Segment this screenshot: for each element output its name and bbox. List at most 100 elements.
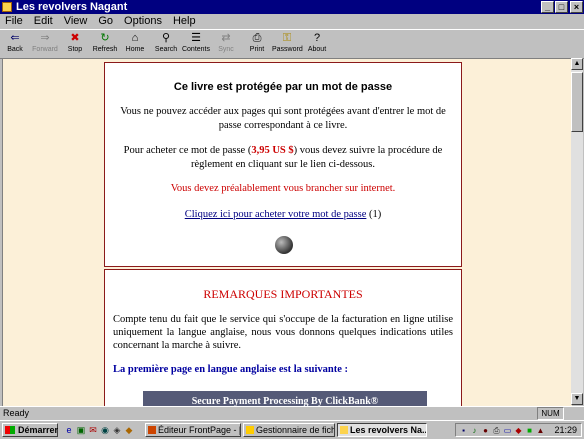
tray-app3-icon[interactable]: ▲ [536, 426, 545, 435]
clock: 21:29 [554, 425, 577, 435]
status-text: Ready [3, 408, 30, 418]
price: 3,95 US $ [251, 145, 294, 156]
forward-label: Forward [32, 46, 58, 53]
back-button[interactable]: ⇐ Back [0, 32, 30, 54]
quicklaunch-mail-icon[interactable]: ✉ [88, 425, 98, 435]
menu-edit[interactable]: Edit [34, 15, 53, 27]
maximize-button[interactable]: □ [555, 1, 568, 13]
status-bar: Ready NUM [0, 406, 584, 420]
home-label: Home [125, 46, 145, 53]
refresh-label: Refresh [92, 46, 118, 53]
back-label: Back [7, 46, 23, 53]
folder-icon [246, 426, 254, 434]
menu-help[interactable]: Help [173, 15, 196, 27]
forward-arrow-icon: ⇒ [40, 32, 50, 44]
password-label: Password [272, 46, 303, 53]
windows-logo-icon [5, 426, 15, 434]
quicklaunch-ie-icon[interactable]: e [64, 425, 74, 435]
print-icon: ⎙ [252, 32, 262, 44]
stop-icon: ✖ [70, 32, 80, 44]
minimize-button[interactable]: _ [541, 1, 554, 13]
scroll-up-button[interactable]: ▲ [571, 58, 583, 70]
quicklaunch-app-icon[interactable]: ◈ [112, 425, 122, 435]
sync-icon: ⇄ [221, 32, 231, 44]
tray-volume-icon[interactable]: ♪ [470, 426, 479, 435]
task-label: Gestionnaire de fichi... [256, 425, 335, 435]
notice-paragraph: Vous ne pouvez accéder aux pages qui son… [120, 106, 446, 131]
key-icon: ⚿ [282, 32, 292, 44]
tray-printer-icon[interactable]: ⎙ [492, 426, 501, 435]
book-icon [340, 426, 348, 434]
toolbar: ⇐ Back ⇒ Forward ✖ Stop ↻ Refresh ⌂ Home ⚲ Sea… [0, 29, 584, 59]
task-revolvers-nagant[interactable]: Les revolvers Na... [337, 423, 427, 437]
stop-button[interactable]: ✖ Stop [60, 32, 90, 54]
purchase-link-line: Cliquez ici pour acheter votre mot de pa… [113, 209, 453, 220]
important-remarks-box: REMARQUES IMPORTANTES Compte tenu du fai… [104, 269, 462, 406]
password-notice-box: Ce livre est protégée par un mot de pass… [104, 62, 462, 267]
purchase-paragraph: Pour acheter ce mot de passe (3,95 US $)… [113, 144, 453, 172]
tray-app-icon[interactable]: ◆ [514, 426, 523, 435]
quicklaunch-desktop-icon[interactable]: ▣ [76, 425, 86, 435]
task-file-manager[interactable]: Gestionnaire de fichi... [243, 423, 335, 437]
clickbank-banner: Secure Payment Processing By ClickBank® [143, 391, 427, 406]
menu-view[interactable]: View [64, 15, 88, 27]
close-button[interactable]: × [570, 1, 583, 13]
home-icon: ⌂ [131, 32, 139, 44]
home-button[interactable]: ⌂ Home [120, 32, 150, 54]
title-bar: Les revolvers Nagant _ □ × [0, 0, 584, 14]
go-button-icon[interactable] [275, 236, 293, 254]
taskbar: Démarrer e ▣ ✉ ◉ ◈ ◆ Éditeur FrontPage -… [0, 420, 584, 439]
remarks-paragraph: Compte tenu du fait que le service qui s… [113, 314, 453, 351]
password-button[interactable]: ⚿ Password [272, 32, 303, 54]
sync-button[interactable]: ⇄ Sync [211, 32, 241, 54]
refresh-icon: ↻ [100, 32, 110, 44]
start-button[interactable]: Démarrer [2, 423, 58, 437]
menu-options[interactable]: Options [124, 15, 162, 27]
menu-bar: File Edit View Go Options Help [0, 14, 584, 28]
about-label: About [307, 46, 327, 53]
menu-file[interactable]: File [5, 15, 23, 27]
num-lock-indicator: NUM [537, 407, 564, 420]
search-button[interactable]: ⚲ Search [151, 32, 181, 54]
back-arrow-icon: ⇐ [10, 32, 20, 44]
print-label: Print [249, 46, 265, 53]
app-icon[interactable] [2, 2, 12, 12]
task-label: Les revolvers Na... [350, 425, 427, 435]
stop-label: Stop [67, 46, 83, 53]
tray-network-icon[interactable]: ▪ [459, 426, 468, 435]
task-label: Éditeur FrontPage - [... [158, 425, 241, 435]
purchase-text-before: Pour acheter ce mot de passe ( [123, 145, 252, 156]
system-tray: ▪ ♪ ● ⎙ ▭ ◆ ■ ▲ 21:29 [455, 423, 582, 437]
quicklaunch-frontpage-icon[interactable]: ◆ [124, 425, 134, 435]
about-button[interactable]: ? About [302, 32, 332, 54]
vertical-scrollbar[interactable]: ▲ ▼ [571, 58, 583, 405]
sync-label: Sync [218, 46, 234, 53]
content-viewport: Ce livre est protégée par un mot de pass… [2, 58, 572, 406]
about-icon: ? [313, 32, 321, 44]
contents-icon: ☰ [191, 32, 201, 44]
quicklaunch-channels-icon[interactable]: ◉ [100, 425, 110, 435]
frontpage-icon [148, 426, 156, 434]
contents-button[interactable]: ☰ Contents [181, 32, 211, 54]
tray-antivirus-icon[interactable]: ● [481, 426, 490, 435]
start-label: Démarrer [18, 425, 59, 435]
internet-warning: Vous devez préalablement vous brancher s… [170, 183, 396, 194]
tray-monitor-icon[interactable]: ▭ [503, 426, 512, 435]
notice-title: Ce livre est protégée par un mot de pass… [173, 81, 393, 93]
contents-label: Contents [181, 46, 211, 53]
buy-password-link[interactable]: Cliquez ici pour acheter votre mot de pa… [185, 209, 367, 220]
print-button[interactable]: ⎙ Print [242, 32, 272, 54]
first-page-heading: La première page en langue anglaise est … [113, 364, 348, 375]
link-footnote: (1) [369, 209, 382, 220]
forward-button[interactable]: ⇒ Forward [30, 32, 60, 54]
search-icon: ⚲ [161, 32, 171, 44]
tray-app2-icon[interactable]: ■ [525, 426, 534, 435]
scroll-thumb[interactable] [571, 72, 583, 132]
scroll-down-button[interactable]: ▼ [571, 393, 583, 405]
menu-go[interactable]: Go [98, 15, 113, 27]
refresh-button[interactable]: ↻ Refresh [90, 32, 120, 54]
search-label: Search [154, 46, 178, 53]
remarks-title: REMARQUES IMPORTANTES [203, 287, 363, 301]
window-title: Les revolvers Nagant [16, 1, 128, 13]
task-frontpage-editor[interactable]: Éditeur FrontPage - [... [145, 423, 241, 437]
